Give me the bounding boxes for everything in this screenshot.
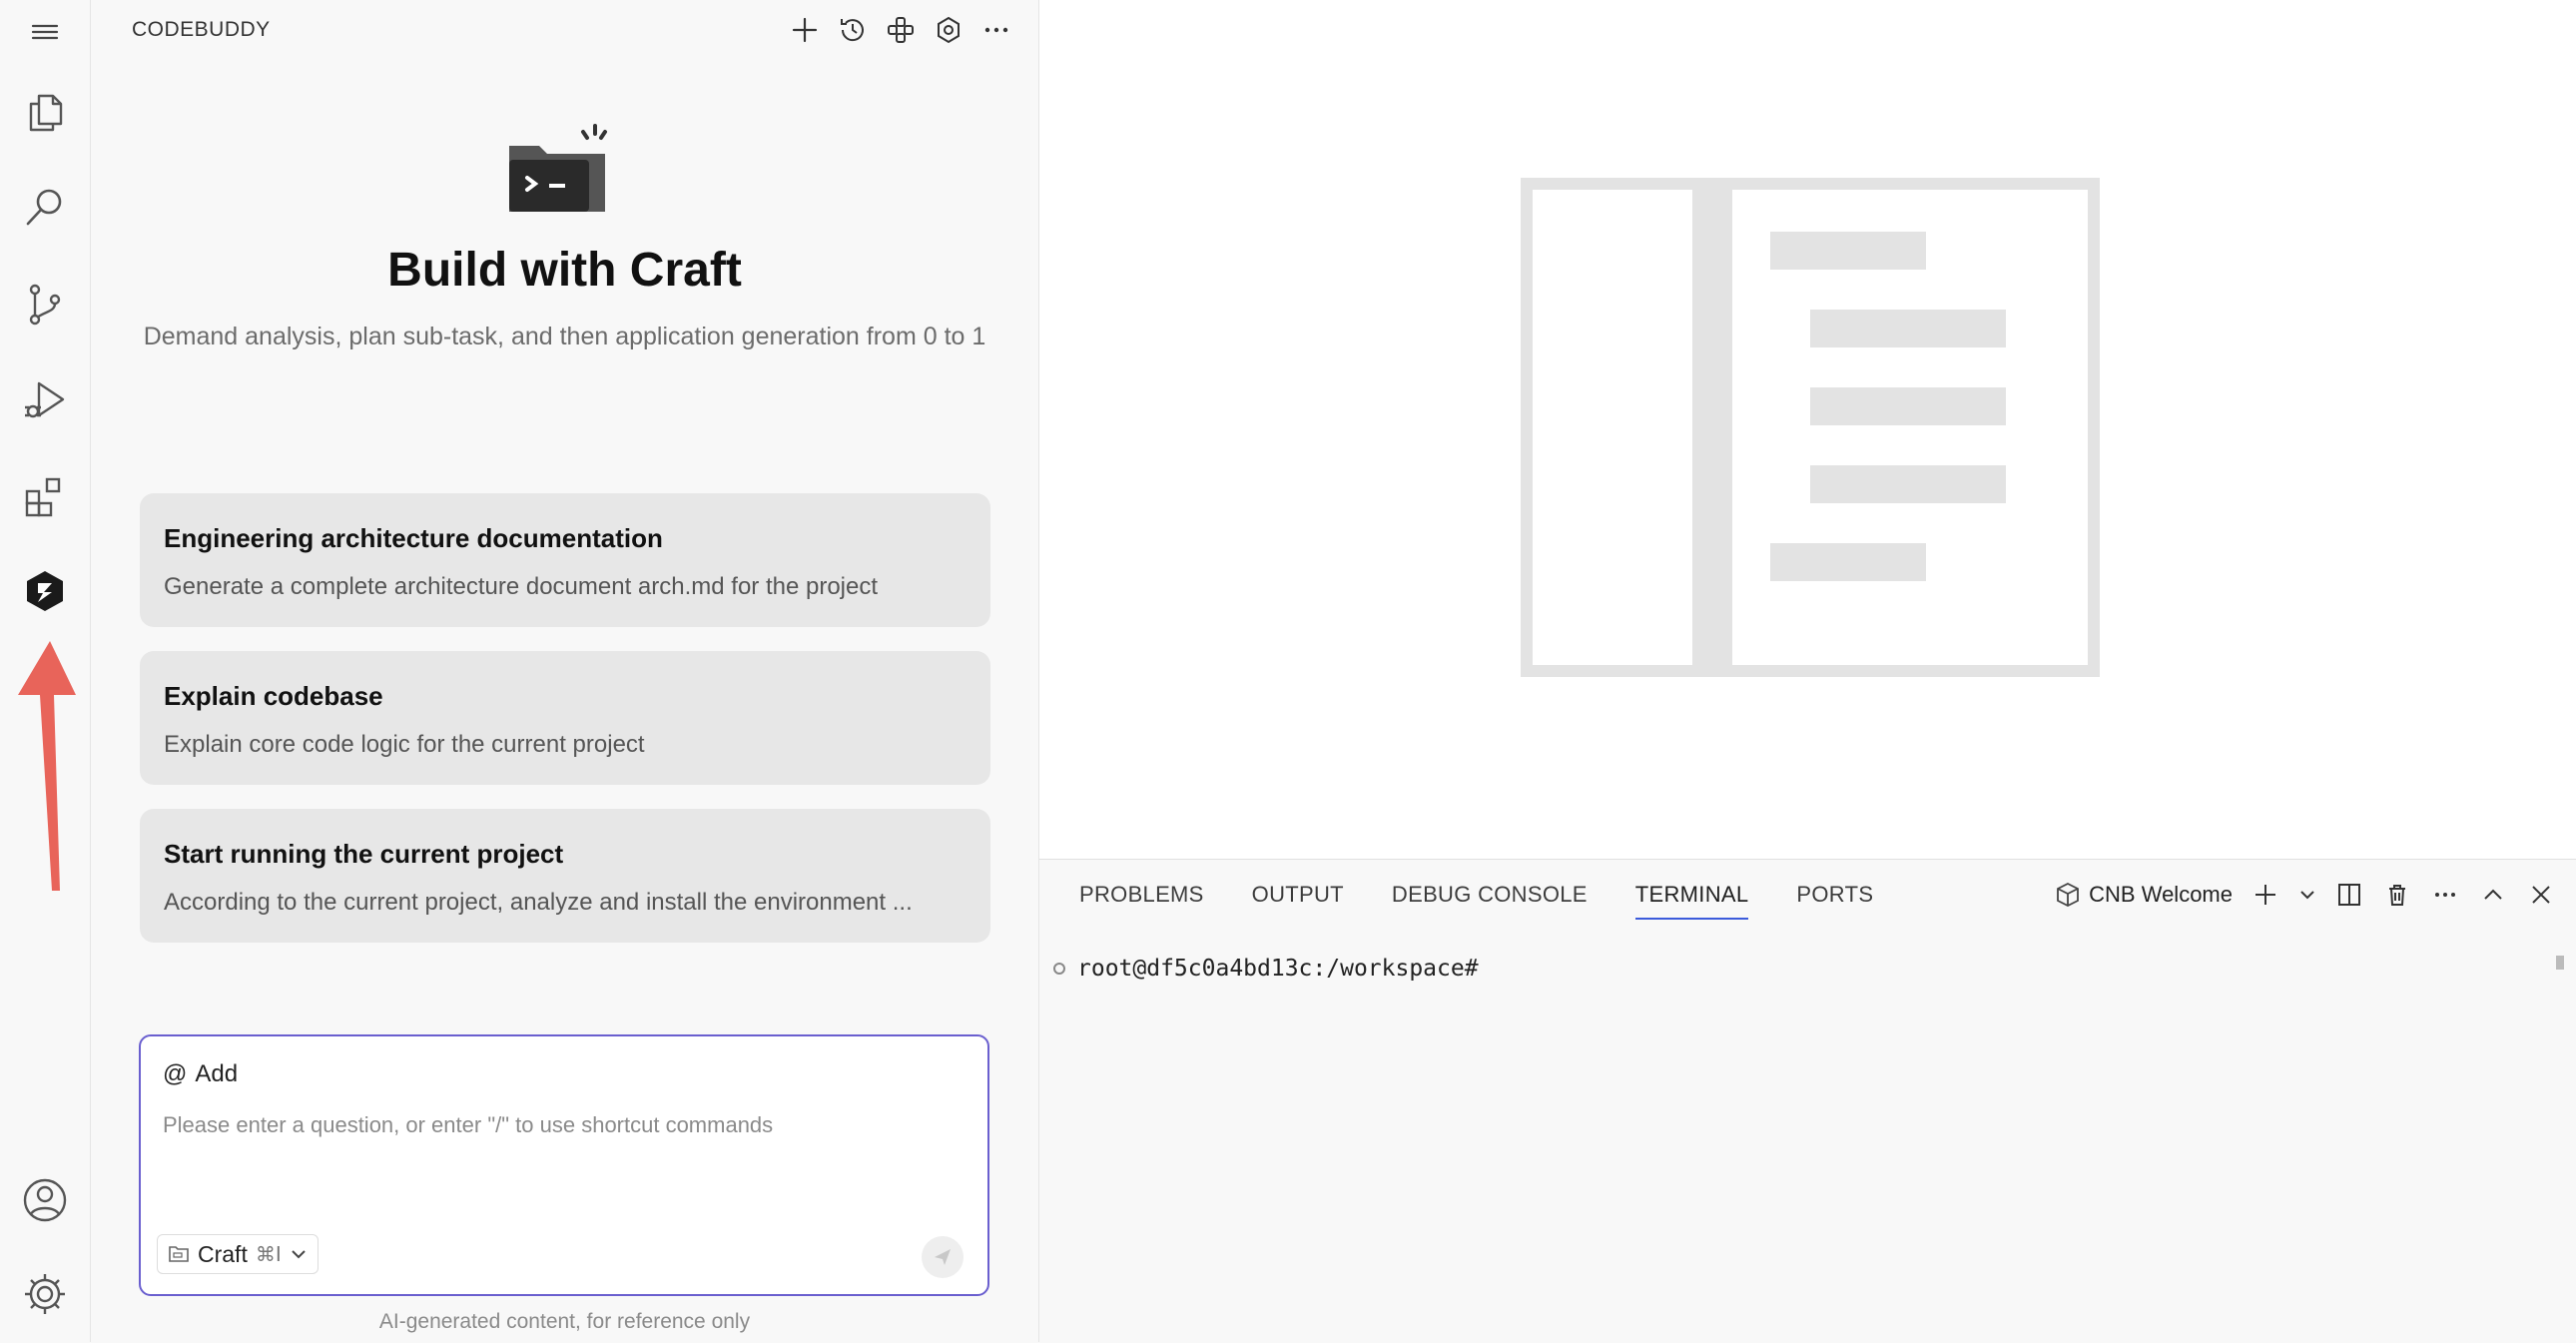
activity-bar xyxy=(0,0,91,1342)
add-label: Add xyxy=(195,1060,239,1087)
terminal-line[interactable]: root@df5c0a4bd13c:/workspace# xyxy=(1053,956,1479,982)
tab-output[interactable]: OUTPUT xyxy=(1252,882,1344,920)
hero-title: Build with Craft xyxy=(387,244,742,297)
card-description: Explain core code logic for the current … xyxy=(164,731,645,758)
craft-folder-terminal-icon xyxy=(509,124,607,212)
codebuddy-icon[interactable] xyxy=(15,561,75,621)
hero-subtitle: Demand analysis, plan sub-task, and then… xyxy=(143,323,986,350)
extensions-icon[interactable] xyxy=(15,465,75,525)
history-icon[interactable] xyxy=(835,12,871,48)
search-icon[interactable] xyxy=(15,178,75,238)
send-icon xyxy=(935,1249,951,1265)
add-context-button[interactable]: @ Add xyxy=(163,1060,238,1088)
folder-icon xyxy=(169,1246,189,1262)
account-icon[interactable] xyxy=(15,1170,75,1230)
chevron-down-icon[interactable] xyxy=(2298,880,2316,910)
sidebar-header: CODEBUDDY xyxy=(91,0,1038,62)
bottom-panel: PROBLEMS OUTPUT DEBUG CONSOLE TERMINAL P… xyxy=(1039,859,2576,1343)
terminal-prompt: root@df5c0a4bd13c:/workspace# xyxy=(1077,956,1479,982)
send-button[interactable] xyxy=(922,1236,964,1278)
tab-problems[interactable]: PROBLEMS xyxy=(1079,882,1204,920)
suggestion-card-architecture[interactable]: Engineering architecture documentation G… xyxy=(140,493,990,627)
run-debug-icon[interactable] xyxy=(15,369,75,429)
source-control-icon[interactable] xyxy=(15,274,75,334)
tab-ports[interactable]: PORTS xyxy=(1796,882,1873,920)
terminal-selector[interactable]: CNB Welcome xyxy=(2055,882,2233,908)
card-title: Start running the current project xyxy=(164,839,564,869)
sidebar-title: CODEBUDDY xyxy=(132,18,271,41)
suggestion-card-run-project[interactable]: Start running the current project Accord… xyxy=(140,809,990,943)
settings-icon[interactable] xyxy=(931,12,966,48)
terminal-scrollbar[interactable] xyxy=(2556,956,2564,970)
ai-disclaimer: AI-generated content, for reference only xyxy=(378,1310,751,1333)
card-title: Engineering architecture documentation xyxy=(164,523,663,553)
more-options-icon[interactable] xyxy=(978,12,1014,48)
terminal-name: CNB Welcome xyxy=(2089,882,2233,907)
tab-debug-console[interactable]: DEBUG CONSOLE xyxy=(1392,882,1588,920)
settings-gear-icon[interactable] xyxy=(15,1264,75,1324)
card-description: According to the current project, analyz… xyxy=(164,889,913,916)
close-icon[interactable] xyxy=(2526,880,2556,910)
explorer-icon[interactable] xyxy=(15,82,75,142)
red-arrow-annotation xyxy=(18,641,76,891)
suggestion-card-explain-codebase[interactable]: Explain codebase Explain core code logic… xyxy=(140,651,990,785)
empty-editor-watermark xyxy=(1521,178,2100,677)
new-chat-plus-icon[interactable] xyxy=(787,12,823,48)
chevron-down-icon xyxy=(292,1250,306,1259)
card-title: Explain codebase xyxy=(164,681,383,711)
maximize-panel-icon[interactable] xyxy=(2478,880,2508,910)
tab-terminal[interactable]: TERMINAL xyxy=(1634,882,1749,920)
mcp-plugin-icon[interactable] xyxy=(883,12,919,48)
cube-icon xyxy=(2057,882,2080,908)
trash-icon[interactable] xyxy=(2382,880,2412,910)
more-options-icon[interactable] xyxy=(2430,880,2460,910)
editor-area xyxy=(1039,0,2576,859)
panel-tabs: PROBLEMS OUTPUT DEBUG CONSOLE TERMINAL P… xyxy=(1079,882,1873,920)
chat-input[interactable] xyxy=(163,1112,962,1138)
panel-actions: CNB Welcome xyxy=(2055,880,2556,910)
terminal-status-dot xyxy=(1053,963,1065,975)
at-icon: @ xyxy=(163,1060,188,1087)
new-terminal-plus-icon[interactable] xyxy=(2251,880,2280,910)
codebuddy-sidebar: CODEBUDDY Build with Craft Demand analys… xyxy=(91,0,1039,1342)
sidebar-actions xyxy=(787,12,1014,48)
chat-input-box: @ Add Craft ⌘I xyxy=(139,1034,989,1296)
split-terminal-icon[interactable] xyxy=(2334,880,2364,910)
menu-icon[interactable] xyxy=(15,2,75,62)
mode-shortcut: ⌘I xyxy=(255,1242,282,1266)
card-description: Generate a complete architecture documen… xyxy=(164,573,879,600)
mode-selector[interactable]: Craft ⌘I xyxy=(157,1234,319,1274)
mode-label: Craft xyxy=(198,1240,248,1267)
